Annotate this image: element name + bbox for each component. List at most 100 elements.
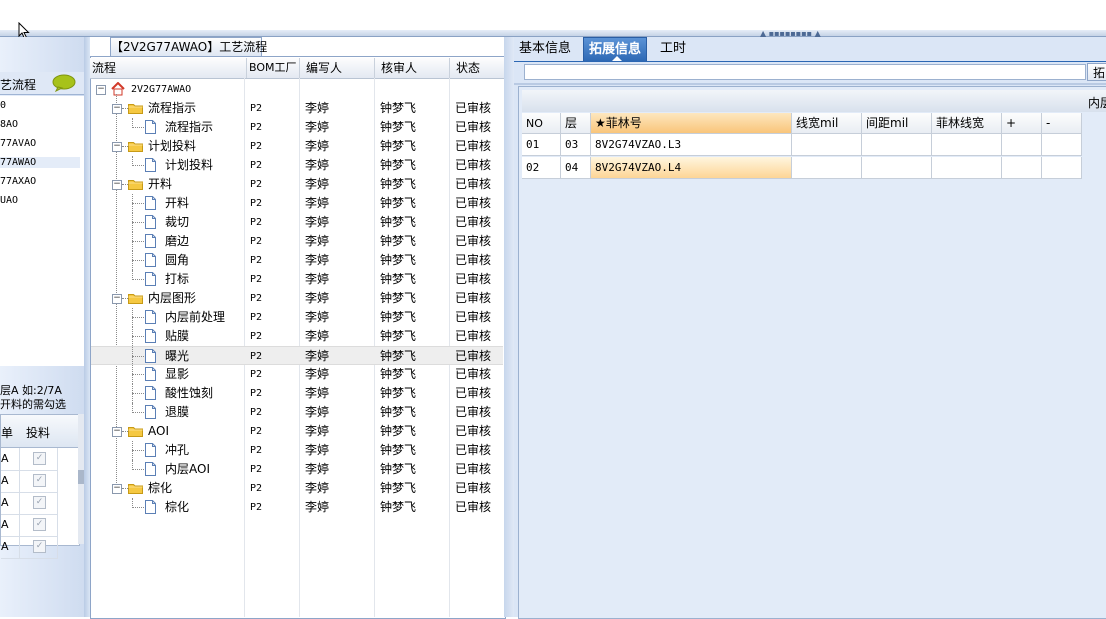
top-splitter[interactable] xyxy=(0,30,1106,37)
process-tab[interactable]: 【2V2G77AWAO】工艺流程 xyxy=(110,37,267,56)
collapse-toggle-icon[interactable]: − xyxy=(112,104,122,114)
film-number-cell[interactable]: 8V2G74VZAO.L4 xyxy=(591,157,792,179)
film-layer-cell[interactable]: 03 xyxy=(561,134,591,156)
left-grid-feed-cell[interactable]: ✓ xyxy=(19,536,58,559)
left-grid-feed-cell[interactable]: ✓ xyxy=(19,448,58,471)
tree-branch-line xyxy=(132,336,144,337)
film-empty-cell[interactable] xyxy=(862,134,932,156)
left-list-item[interactable]: 77AXAO xyxy=(0,176,36,187)
film-empty-cell[interactable] xyxy=(932,157,1002,179)
tree-step-row[interactable]: 贴膜 P2 李婷 钟梦飞 已审核 xyxy=(91,327,503,346)
left-list-item[interactable]: 8AO xyxy=(0,119,18,130)
left-list-item[interactable]: UAO xyxy=(0,195,18,206)
tab-work-hours[interactable]: 工时 xyxy=(655,37,691,61)
tree-step-row[interactable]: 圆角 P2 李婷 钟梦飞 已审核 xyxy=(91,251,503,270)
tree-root-row[interactable]: − 2V2G77AWAO xyxy=(91,80,503,99)
tree-step-row[interactable]: 开料 P2 李婷 钟梦飞 已审核 xyxy=(91,194,503,213)
reviewer-cell: 钟梦飞 xyxy=(380,291,417,305)
detail-separator xyxy=(514,83,1106,85)
tree-step-row[interactable]: 流程指示 P2 李婷 钟梦飞 已审核 xyxy=(91,118,503,137)
middle-splitter[interactable] xyxy=(504,37,514,617)
film-grid-header[interactable]: NO xyxy=(522,113,561,134)
header-reviewer[interactable]: 核审人 xyxy=(375,58,450,78)
film-grid-header[interactable]: 线宽mil xyxy=(792,113,862,134)
reviewer-cell: 钟梦飞 xyxy=(380,405,417,419)
film-grid-header[interactable]: 菲林线宽 xyxy=(932,113,1002,134)
splitter-grip-icon[interactable]: ▲ ▪▪▪▪▪▪▪▪ ▲ xyxy=(760,30,830,38)
film-empty-cell[interactable] xyxy=(1002,134,1042,156)
film-empty-cell[interactable] xyxy=(1002,157,1042,179)
tree-step-row[interactable]: 打标 P2 李婷 钟梦飞 已审核 xyxy=(91,270,503,289)
tree-step-row[interactable]: 内层前处理 P2 李婷 钟梦飞 已审核 xyxy=(91,308,503,327)
film-grid-header[interactable]: + xyxy=(1002,113,1042,134)
extend-button[interactable]: 拓 xyxy=(1087,63,1106,81)
film-empty-cell[interactable] xyxy=(792,157,862,179)
header-writer[interactable]: 编写人 xyxy=(300,58,375,78)
feed-checkbox[interactable]: ✓ xyxy=(33,518,46,531)
collapse-toggle-icon[interactable]: − xyxy=(112,427,122,437)
tree-group-row[interactable]: − AOI P2 李婷 钟梦飞 已审核 xyxy=(91,422,503,441)
feed-checkbox[interactable]: ✓ xyxy=(33,474,46,487)
collapse-toggle-icon[interactable]: − xyxy=(112,294,122,304)
tree-step-row[interactable]: 退膜 P2 李婷 钟梦飞 已审核 xyxy=(91,403,503,422)
header-flow[interactable]: 流程 xyxy=(90,58,247,78)
header-bom[interactable]: BOM工厂 xyxy=(247,58,300,78)
film-empty-cell[interactable] xyxy=(932,134,1002,156)
writer-cell: 李婷 xyxy=(305,158,330,172)
film-no-cell[interactable]: 01 xyxy=(522,134,561,156)
status-cell: 已审核 xyxy=(455,253,492,267)
left-list-item[interactable]: 77AVAO xyxy=(0,138,36,149)
speech-bubble-icon[interactable] xyxy=(52,74,76,92)
tree-group-row[interactable]: − 流程指示 P2 李婷 钟梦飞 已审核 xyxy=(91,99,503,118)
collapse-toggle-icon[interactable]: − xyxy=(112,180,122,190)
film-grid-header[interactable]: 层 xyxy=(561,113,591,134)
left-grid-feed-cell[interactable]: ✓ xyxy=(19,492,58,515)
left-grid-feed-cell[interactable]: ✓ xyxy=(19,470,58,493)
tree-step-row[interactable]: 酸性蚀刻 P2 李婷 钟梦飞 已审核 xyxy=(91,384,503,403)
tree-step-row[interactable]: 显影 P2 李婷 钟梦飞 已审核 xyxy=(91,365,503,384)
writer-cell: 李婷 xyxy=(305,443,330,457)
tree-step-row[interactable]: 内层AOI P2 李婷 钟梦飞 已审核 xyxy=(91,460,503,479)
left-list-item[interactable]: 0 xyxy=(0,100,6,111)
left-grid-feed-cell[interactable]: ✓ xyxy=(19,514,58,537)
tab-basic-info[interactable]: 基本信息 xyxy=(514,37,576,61)
feed-checkbox[interactable]: ✓ xyxy=(33,540,46,553)
header-status[interactable]: 状态 xyxy=(450,58,504,78)
tree-step-row[interactable]: 冲孔 P2 李婷 钟梦飞 已审核 xyxy=(91,441,503,460)
film-grid-header[interactable]: 间距mil xyxy=(862,113,932,134)
tree-step-row[interactable]: 棕化 P2 李婷 钟梦飞 已审核 xyxy=(91,498,503,517)
film-grid-header[interactable]: ★菲林号 xyxy=(591,113,792,134)
status-cell: 已审核 xyxy=(455,405,492,419)
collapse-toggle-icon[interactable]: − xyxy=(112,142,122,152)
feed-checkbox[interactable]: ✓ xyxy=(33,452,46,465)
collapse-toggle-icon[interactable]: − xyxy=(96,85,106,95)
status-cell: 已审核 xyxy=(455,120,492,134)
film-empty-cell[interactable] xyxy=(792,134,862,156)
film-no-cell[interactable]: 02 xyxy=(522,157,561,179)
tree-step-row[interactable]: 计划投料 P2 李婷 钟梦飞 已审核 xyxy=(91,156,503,175)
detail-text-field[interactable] xyxy=(524,64,1086,80)
film-layer-cell[interactable]: 04 xyxy=(561,157,591,179)
film-empty-cell[interactable] xyxy=(862,157,932,179)
tree-group-row[interactable]: − 内层图形 P2 李婷 钟梦飞 已审核 xyxy=(91,289,503,308)
bom-cell: P2 xyxy=(250,445,263,456)
left-product-list[interactable]: 0 8AO 77AVAO 77AWAO 77AXAO UAO xyxy=(0,96,85,366)
tree-group-row[interactable]: − 棕化 P2 李婷 钟梦飞 已审核 xyxy=(91,479,503,498)
tree-group-row[interactable]: − 开料 P2 李婷 钟梦飞 已审核 xyxy=(91,175,503,194)
tree-step-row[interactable]: 裁切 P2 李婷 钟梦飞 已审核 xyxy=(91,213,503,232)
tree-step-row[interactable]: 曝光 P2 李婷 钟梦飞 已审核 xyxy=(91,346,503,366)
film-empty-cell[interactable] xyxy=(1042,157,1082,179)
tree-group-row[interactable]: − 计划投料 P2 李婷 钟梦飞 已审核 xyxy=(91,137,503,156)
tree-group-label: 开料 xyxy=(148,177,173,191)
film-empty-cell[interactable] xyxy=(1042,134,1082,156)
left-list-item[interactable]: 77AWAO xyxy=(0,157,80,168)
writer-cell: 李婷 xyxy=(305,101,330,115)
collapse-toggle-icon[interactable]: − xyxy=(112,484,122,494)
tree-step-row[interactable]: 磨边 P2 李婷 钟梦飞 已审核 xyxy=(91,232,503,251)
feed-checkbox[interactable]: ✓ xyxy=(33,496,46,509)
bom-cell: P2 xyxy=(250,274,263,285)
tree-group-label: AOI xyxy=(148,424,169,438)
tree-step-label: 开料 xyxy=(165,196,190,210)
film-number-cell[interactable]: 8V2G74VZAO.L3 xyxy=(591,134,792,156)
film-grid-header[interactable]: - xyxy=(1042,113,1082,134)
